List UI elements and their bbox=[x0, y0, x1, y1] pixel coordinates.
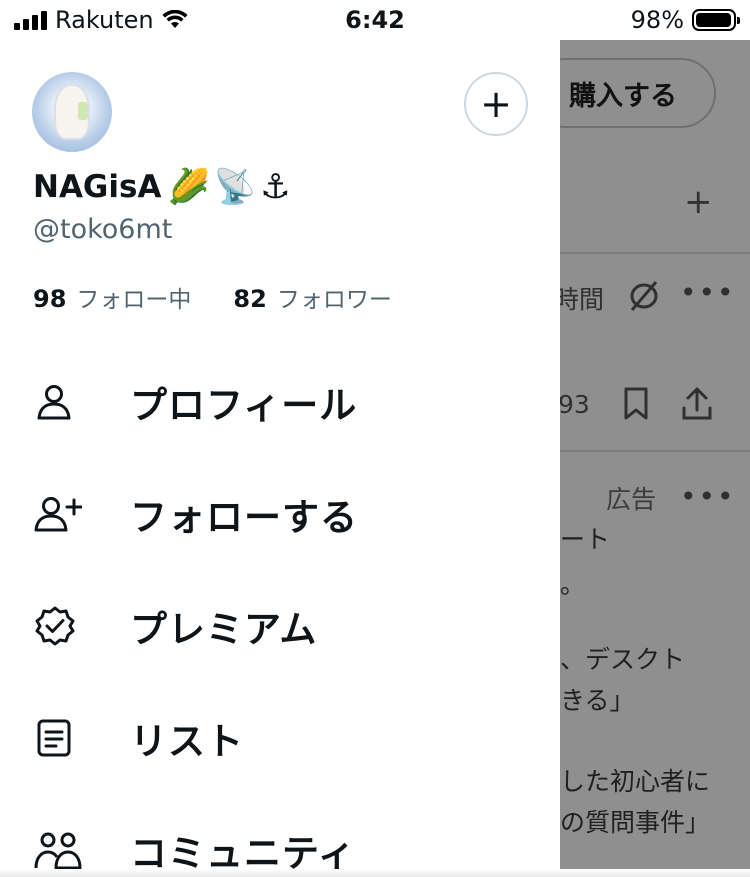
menu-item-profile[interactable]: プロフィール bbox=[0, 346, 560, 458]
status-bar: Rakuten 6:42 98% bbox=[0, 0, 750, 40]
divider bbox=[560, 252, 750, 254]
menu-item-communities[interactable]: コミュニティ bbox=[0, 794, 560, 877]
post-text-line: 、デスクト bbox=[560, 645, 686, 674]
plus-icon: + bbox=[480, 82, 512, 126]
menu-item-premium[interactable]: プレミアム bbox=[0, 570, 560, 682]
following-link[interactable]: 98 フォロー中 bbox=[33, 280, 191, 314]
post-text-line: きる」 bbox=[560, 686, 635, 715]
verified-badge-icon bbox=[35, 606, 75, 646]
ad-label: 広告 bbox=[606, 485, 657, 514]
display-name-text: NAGisA bbox=[33, 169, 162, 205]
menu-item-label: プロフィール bbox=[130, 384, 358, 427]
post-text-line: ート bbox=[560, 525, 611, 554]
post-text-line: の質問事件」 bbox=[560, 808, 711, 837]
person-icon bbox=[37, 385, 71, 420]
more-icon: ••• bbox=[680, 480, 736, 513]
name-emojis: 🌽 📡 ⚓ bbox=[167, 167, 290, 207]
person-add-icon bbox=[34, 497, 82, 532]
time-fragment: 時間 bbox=[560, 285, 605, 314]
divider bbox=[560, 450, 750, 452]
post-text-line: 。 bbox=[560, 570, 586, 599]
follow-stats: 98 フォロー中 82 フォロワー bbox=[33, 280, 392, 314]
plus-icon: + bbox=[684, 182, 713, 222]
following-label: フォロー中 bbox=[76, 287, 192, 313]
share-icon bbox=[682, 387, 712, 420]
battery-percent: 98% bbox=[630, 6, 684, 34]
battery-icon bbox=[692, 9, 740, 31]
status-right: 98% bbox=[630, 6, 740, 34]
satellite-emoji-icon: 📡 bbox=[213, 167, 257, 207]
more-icon: ••• bbox=[680, 276, 736, 309]
mute-icon bbox=[630, 281, 658, 311]
post-text-line: した初心者に bbox=[560, 767, 711, 796]
followers-label: フォロワー bbox=[276, 287, 392, 313]
side-drawer: + NAGisA 🌽 📡 ⚓ @toko6mt 98 フォロー中 82 フォロワー … bbox=[0, 40, 560, 877]
following-count: 98 bbox=[33, 285, 67, 313]
count-fragment: 93 bbox=[560, 390, 590, 419]
timeline-background: 購入する + 時間 ••• 93 広告 ••• ート 。 、デスクト きる」 し… bbox=[560, 40, 750, 877]
menu-item-label: プレミアム bbox=[130, 608, 318, 651]
followers-count: 82 bbox=[233, 285, 267, 313]
display-name[interactable]: NAGisA 🌽 📡 ⚓ bbox=[33, 167, 291, 207]
menu-item-lists[interactable]: リスト bbox=[0, 682, 560, 794]
buy-button: 購入する bbox=[560, 58, 716, 128]
battery-fill bbox=[696, 13, 732, 27]
menu-item-label: フォローする bbox=[130, 496, 358, 539]
add-account-button[interactable]: + bbox=[464, 72, 528, 136]
anchor-emoji-icon: ⚓ bbox=[260, 167, 291, 207]
bottom-edge bbox=[0, 869, 750, 877]
bookmark-icon bbox=[624, 387, 648, 420]
list-icon bbox=[37, 719, 71, 757]
communities-icon bbox=[34, 832, 82, 870]
avatar[interactable] bbox=[32, 72, 112, 152]
user-handle[interactable]: @toko6mt bbox=[33, 214, 172, 245]
menu-item-follow[interactable]: フォローする bbox=[0, 458, 560, 570]
followers-link[interactable]: 82 フォロワー bbox=[233, 280, 391, 314]
corn-emoji-icon: 🌽 bbox=[167, 167, 210, 207]
menu-item-label: リスト bbox=[130, 720, 244, 763]
drawer-menu: プロフィール フォローする プレミアム リスト コミュニティ bbox=[0, 346, 560, 877]
